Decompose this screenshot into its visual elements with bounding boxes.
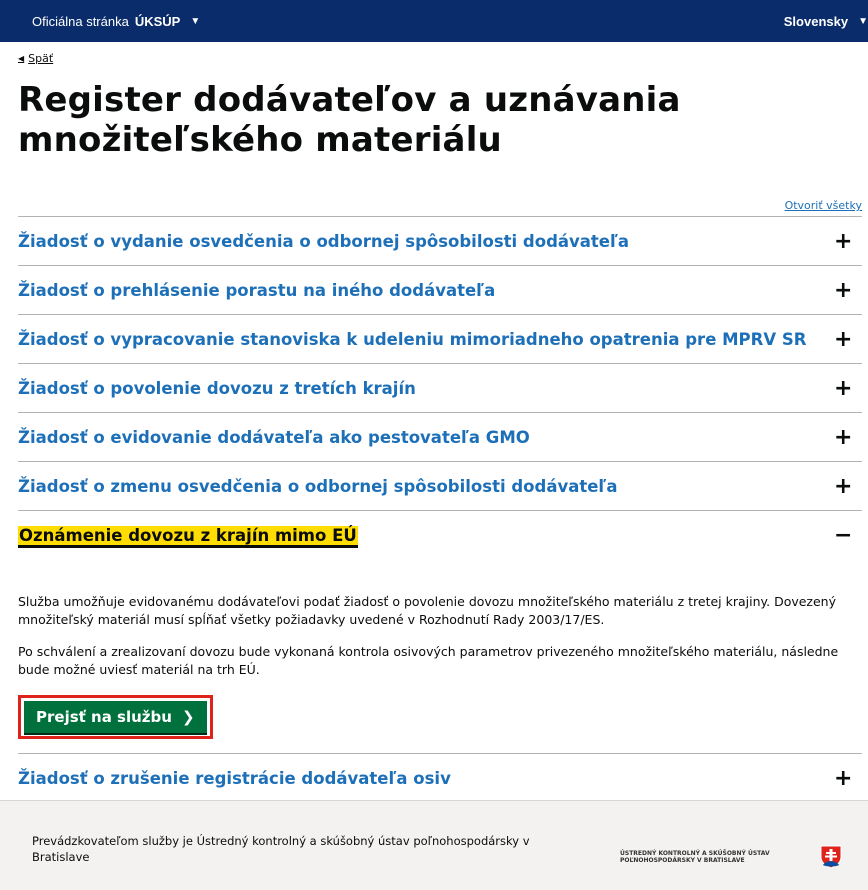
accordion-header[interactable]: Oznámenie dovozu z krajín mimo EÚ − [18,511,862,559]
accordion-title[interactable]: Žiadosť o vydanie osvedčenia o odbornej … [18,232,629,251]
go-to-service-button[interactable]: Prejsť na službu ❯ [24,701,207,733]
page-title: Register dodávateľov a uznávania množite… [18,80,681,160]
back-link[interactable]: ◀ Späť [18,52,53,65]
accordion-content: Služba umožňuje evidovanému dodávateľovi… [18,559,862,753]
service-description: Po schválení a zrealizovaní dovozu bude … [18,644,839,677]
accordion-item: Žiadosť o vydanie osvedčenia o odbornej … [18,217,862,266]
accordion-title[interactable]: Žiadosť o povolenie dovozu z tretích kra… [18,379,416,398]
accordion-title[interactable]: Žiadosť o prehlásenie porastu na iného d… [18,281,495,300]
official-site-prefix: Oficiálna stránka [32,13,129,29]
accordion-title[interactable]: Oznámenie dovozu z krajín mimo EÚ [18,525,358,545]
accordion-header[interactable]: Žiadosť o prehlásenie porastu na iného d… [18,266,862,314]
plus-icon[interactable]: + [834,766,862,791]
accordion-item: Žiadosť o vypracovanie stanoviska k udel… [18,315,862,364]
triangle-left-icon: ◀ [18,54,25,63]
plus-icon[interactable]: + [834,425,862,450]
accordion-item: Žiadosť o povolenie dovozu z tretích kra… [18,364,862,413]
open-all-link[interactable]: Otvoriť všetky [785,199,862,212]
plus-icon[interactable]: + [834,474,862,499]
accordion-header[interactable]: Žiadosť o vydanie osvedčenia o odbornej … [18,217,862,265]
logo-line: POĽNOHOSPODÁRSKY V BRATISLAVE [620,857,745,864]
official-site-toggle[interactable]: Oficiálna stránka ÚKSÚP ▼ [32,14,200,29]
chevron-right-icon: ❯ [181,708,195,726]
accordion-header[interactable]: Žiadosť o vypracovanie stanoviska k udel… [18,315,862,363]
footer: Prevádzkovateľom služby je Ústredný kont… [0,800,868,890]
plus-icon[interactable]: + [834,376,862,401]
slovak-crest-icon [820,845,842,869]
plus-icon[interactable]: + [834,327,862,352]
chevron-down-icon: ▼ [190,15,201,27]
accordion-title[interactable]: Žiadosť o evidovanie dodávateľa ako pest… [18,428,530,447]
accordion-header[interactable]: Žiadosť o zrušenie registrácie dodávateľ… [18,754,862,802]
accordion-item: Žiadosť o zmenu osvedčenia o odbornej sp… [18,462,862,511]
language-label: Slovensky [783,13,849,29]
accordion-header[interactable]: Žiadosť o zmenu osvedčenia o odbornej sp… [18,462,862,510]
official-site-brand: ÚKSÚP [134,13,181,29]
plus-icon[interactable]: + [834,278,862,303]
chevron-down-icon: ▼ [858,15,868,27]
accordion-title[interactable]: Žiadosť o zmenu osvedčenia o odbornej sp… [18,477,617,496]
go-to-service-label: Prejsť na službu [36,708,172,726]
plus-icon[interactable]: + [834,229,862,254]
accordion-item: Žiadosť o prehlásenie porastu na iného d… [18,266,862,315]
minus-icon[interactable]: − [834,523,862,548]
accordion-title[interactable]: Žiadosť o zrušenie registrácie dodávateľ… [18,769,451,788]
institution-logo-text: ÚSTREDNÝ KONTROLNÝ A SKÚŠOBNÝ ÚSTAV POĽN… [620,850,820,864]
accordion-header[interactable]: Žiadosť o evidovanie dodávateľa ako pest… [18,413,862,461]
service-accordion: Žiadosť o vydanie osvedčenia o odbornej … [18,216,862,803]
cta-highlight: Prejsť na službu ❯ [18,695,213,739]
top-bar: Oficiálna stránka ÚKSÚP ▼ Slovensky ▼ [0,0,868,42]
accordion-header[interactable]: Žiadosť o povolenie dovozu z tretích kra… [18,364,862,412]
accordion-title[interactable]: Žiadosť o vypracovanie stanoviska k udel… [18,330,806,349]
accordion-item: Žiadosť o evidovanie dodávateľa ako pest… [18,413,862,462]
service-description: Služba umožňuje evidovanému dodávateľovi… [18,594,837,627]
accordion-item: Žiadosť o zrušenie registrácie dodávateľ… [18,754,862,803]
operator-text: Prevádzkovateľom služby je Ústredný kont… [32,834,530,864]
logo-line: ÚSTREDNÝ KONTROLNÝ A SKÚŠOBNÝ ÚSTAV [620,850,770,857]
accordion-item-expanded: Oznámenie dovozu z krajín mimo EÚ − Služ… [18,511,862,754]
language-selector[interactable]: Slovensky ▼ [784,14,868,29]
back-link-label: Späť [28,52,54,65]
